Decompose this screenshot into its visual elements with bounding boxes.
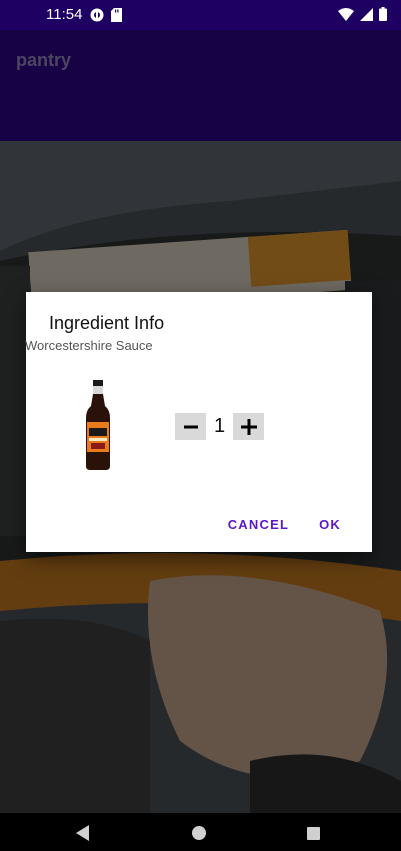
ingredient-name: Worcestershire Sauce xyxy=(25,338,153,353)
dialog-actions: CANCEL OK xyxy=(213,513,372,536)
wifi-icon xyxy=(338,7,354,21)
plus-icon xyxy=(240,418,257,435)
quantity-stepper: 1 xyxy=(175,413,264,440)
battery-icon xyxy=(379,7,387,21)
minus-icon xyxy=(183,425,198,428)
ingredient-image xyxy=(86,380,110,470)
recents-icon[interactable] xyxy=(307,827,320,840)
status-bar: 11:54 xyxy=(0,0,401,30)
decrement-button[interactable] xyxy=(175,413,206,440)
quantity-value: 1 xyxy=(213,415,226,437)
navigation-bar xyxy=(0,813,401,851)
signal-icon xyxy=(360,7,373,21)
dialog-title: Ingredient Info xyxy=(49,313,165,333)
ingredient-info-dialog: Ingredient Info Worcestershire Sauce 1 C… xyxy=(25,292,372,552)
podcast-icon xyxy=(90,8,104,22)
increment-button[interactable] xyxy=(233,413,264,440)
back-icon[interactable] xyxy=(75,825,91,841)
cancel-button[interactable]: CANCEL xyxy=(213,513,304,536)
home-icon[interactable] xyxy=(192,826,206,840)
sd-card-icon xyxy=(111,8,122,22)
status-time: 11:54 xyxy=(46,6,83,23)
ok-button[interactable]: OK xyxy=(304,513,372,536)
